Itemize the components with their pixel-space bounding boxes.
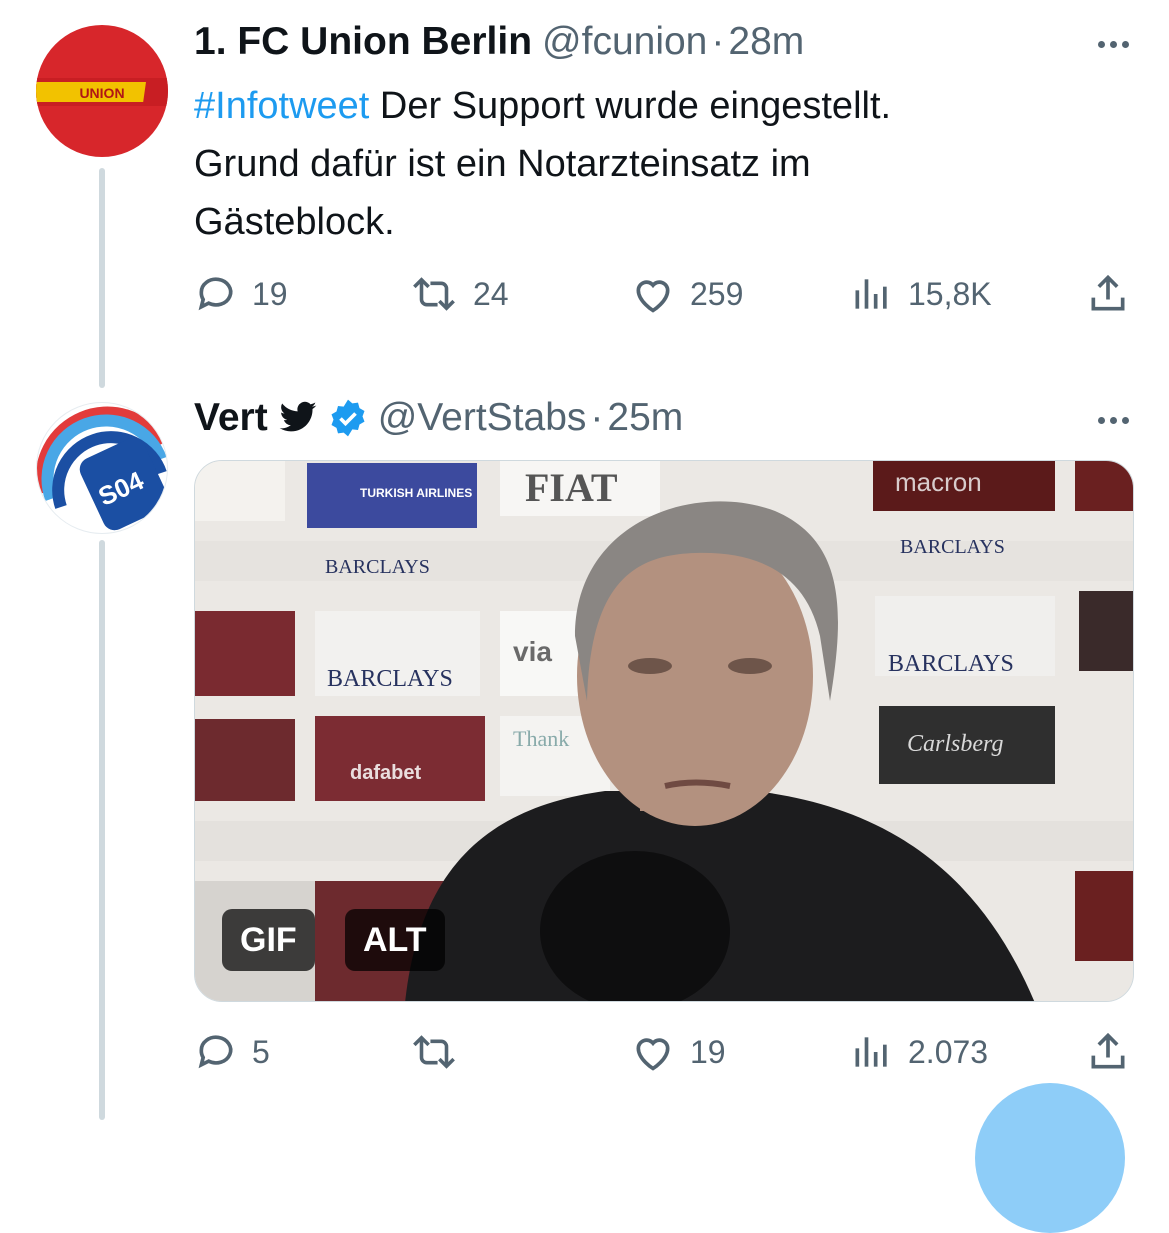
more-icon[interactable] bbox=[1098, 417, 1129, 424]
svg-text:UNION: UNION bbox=[79, 85, 124, 101]
svg-text:dafabet: dafabet bbox=[350, 762, 421, 784]
separator-dot: · bbox=[711, 20, 725, 63]
views-icon bbox=[855, 279, 887, 309]
compose-button[interactable] bbox=[975, 1083, 1125, 1233]
like-count: 19 bbox=[690, 1033, 726, 1070]
share-icon bbox=[1091, 274, 1125, 311]
like-icon bbox=[636, 280, 670, 313]
media-gif[interactable]: TURKISH AIRLINES FIAT macron BARCLAYS BA… bbox=[194, 460, 1134, 1002]
share-button[interactable] bbox=[1086, 1030, 1130, 1074]
svg-text:BARCLAYS: BARCLAYS bbox=[325, 556, 430, 578]
svg-text:Thank: Thank bbox=[513, 726, 569, 751]
tweet-text: #Infotweet Der Support wurde eingestellt… bbox=[194, 85, 892, 243]
reply-button[interactable]: 5 bbox=[194, 1030, 270, 1074]
svg-text:Carlsberg: Carlsberg bbox=[907, 731, 1003, 757]
svg-text:FIAT: FIAT bbox=[525, 465, 618, 510]
alt-badge[interactable]: ALT bbox=[345, 909, 445, 971]
gif-badge: GIF bbox=[222, 909, 315, 971]
author-name[interactable]: 1. FC Union Berlin bbox=[194, 20, 532, 64]
like-icon bbox=[636, 1038, 670, 1071]
like-button[interactable]: 19 bbox=[630, 1030, 726, 1074]
svg-text:macron: macron bbox=[895, 467, 982, 497]
share-icon bbox=[1091, 1032, 1125, 1069]
views-button[interactable]: 15,8K bbox=[850, 272, 992, 316]
union-logo: UNION bbox=[36, 78, 168, 106]
bird-icon bbox=[279, 401, 317, 432]
svg-text:BARCLAYS: BARCLAYS bbox=[327, 666, 453, 692]
action-bar: 19 24 259 15,8K bbox=[194, 272, 1134, 322]
reply-icon bbox=[198, 277, 233, 311]
tweet-union[interactable]: UNION 1. FC Union Berlin @fcunion · 28m … bbox=[0, 0, 1169, 370]
like-button[interactable]: 259 bbox=[630, 272, 743, 316]
separator-dot: · bbox=[590, 396, 604, 439]
reply-button[interactable]: 19 bbox=[194, 272, 288, 316]
retweet-button[interactable] bbox=[409, 1030, 473, 1074]
reply-icon bbox=[198, 1035, 233, 1069]
gif-frame: TURKISH AIRLINES FIAT macron BARCLAYS BA… bbox=[195, 461, 1133, 1001]
retweet-count: 24 bbox=[473, 275, 509, 312]
action-bar-2: 5 19 2.073 bbox=[194, 1030, 1134, 1080]
views-icon bbox=[855, 1037, 887, 1067]
author-name[interactable]: Vert bbox=[194, 396, 268, 440]
retweet-icon bbox=[413, 1035, 455, 1069]
svg-text:TURKISH AIRLINES: TURKISH AIRLINES bbox=[360, 486, 472, 500]
svg-text:BARCLAYS: BARCLAYS bbox=[888, 651, 1014, 677]
hashtag-link[interactable]: #Infotweet bbox=[194, 85, 369, 127]
share-button[interactable] bbox=[1086, 272, 1130, 316]
svg-text:BARCLAYS: BARCLAYS bbox=[900, 536, 1005, 558]
views-count: 2.073 bbox=[908, 1033, 989, 1070]
reply-count: 19 bbox=[252, 275, 288, 312]
views-count: 15,8K bbox=[908, 275, 992, 312]
timestamp[interactable]: 28m bbox=[728, 20, 804, 64]
svg-text:via: via bbox=[513, 636, 552, 667]
avatar-vert[interactable]: S04 bbox=[36, 402, 168, 534]
retweet-icon bbox=[413, 277, 455, 311]
timestamp[interactable]: 25m bbox=[607, 396, 683, 440]
author-handle[interactable]: @fcunion bbox=[542, 20, 707, 64]
verified-icon bbox=[331, 399, 365, 437]
more-icon[interactable] bbox=[1098, 41, 1129, 48]
avatar-union[interactable]: UNION bbox=[36, 25, 168, 157]
views-button[interactable]: 2.073 bbox=[850, 1030, 988, 1074]
schalke-logo: S04 bbox=[37, 406, 167, 531]
like-count: 259 bbox=[690, 275, 744, 312]
reply-count: 5 bbox=[252, 1033, 270, 1070]
retweet-button[interactable]: 24 bbox=[409, 272, 509, 316]
author-handle[interactable]: @VertStabs bbox=[378, 396, 587, 440]
